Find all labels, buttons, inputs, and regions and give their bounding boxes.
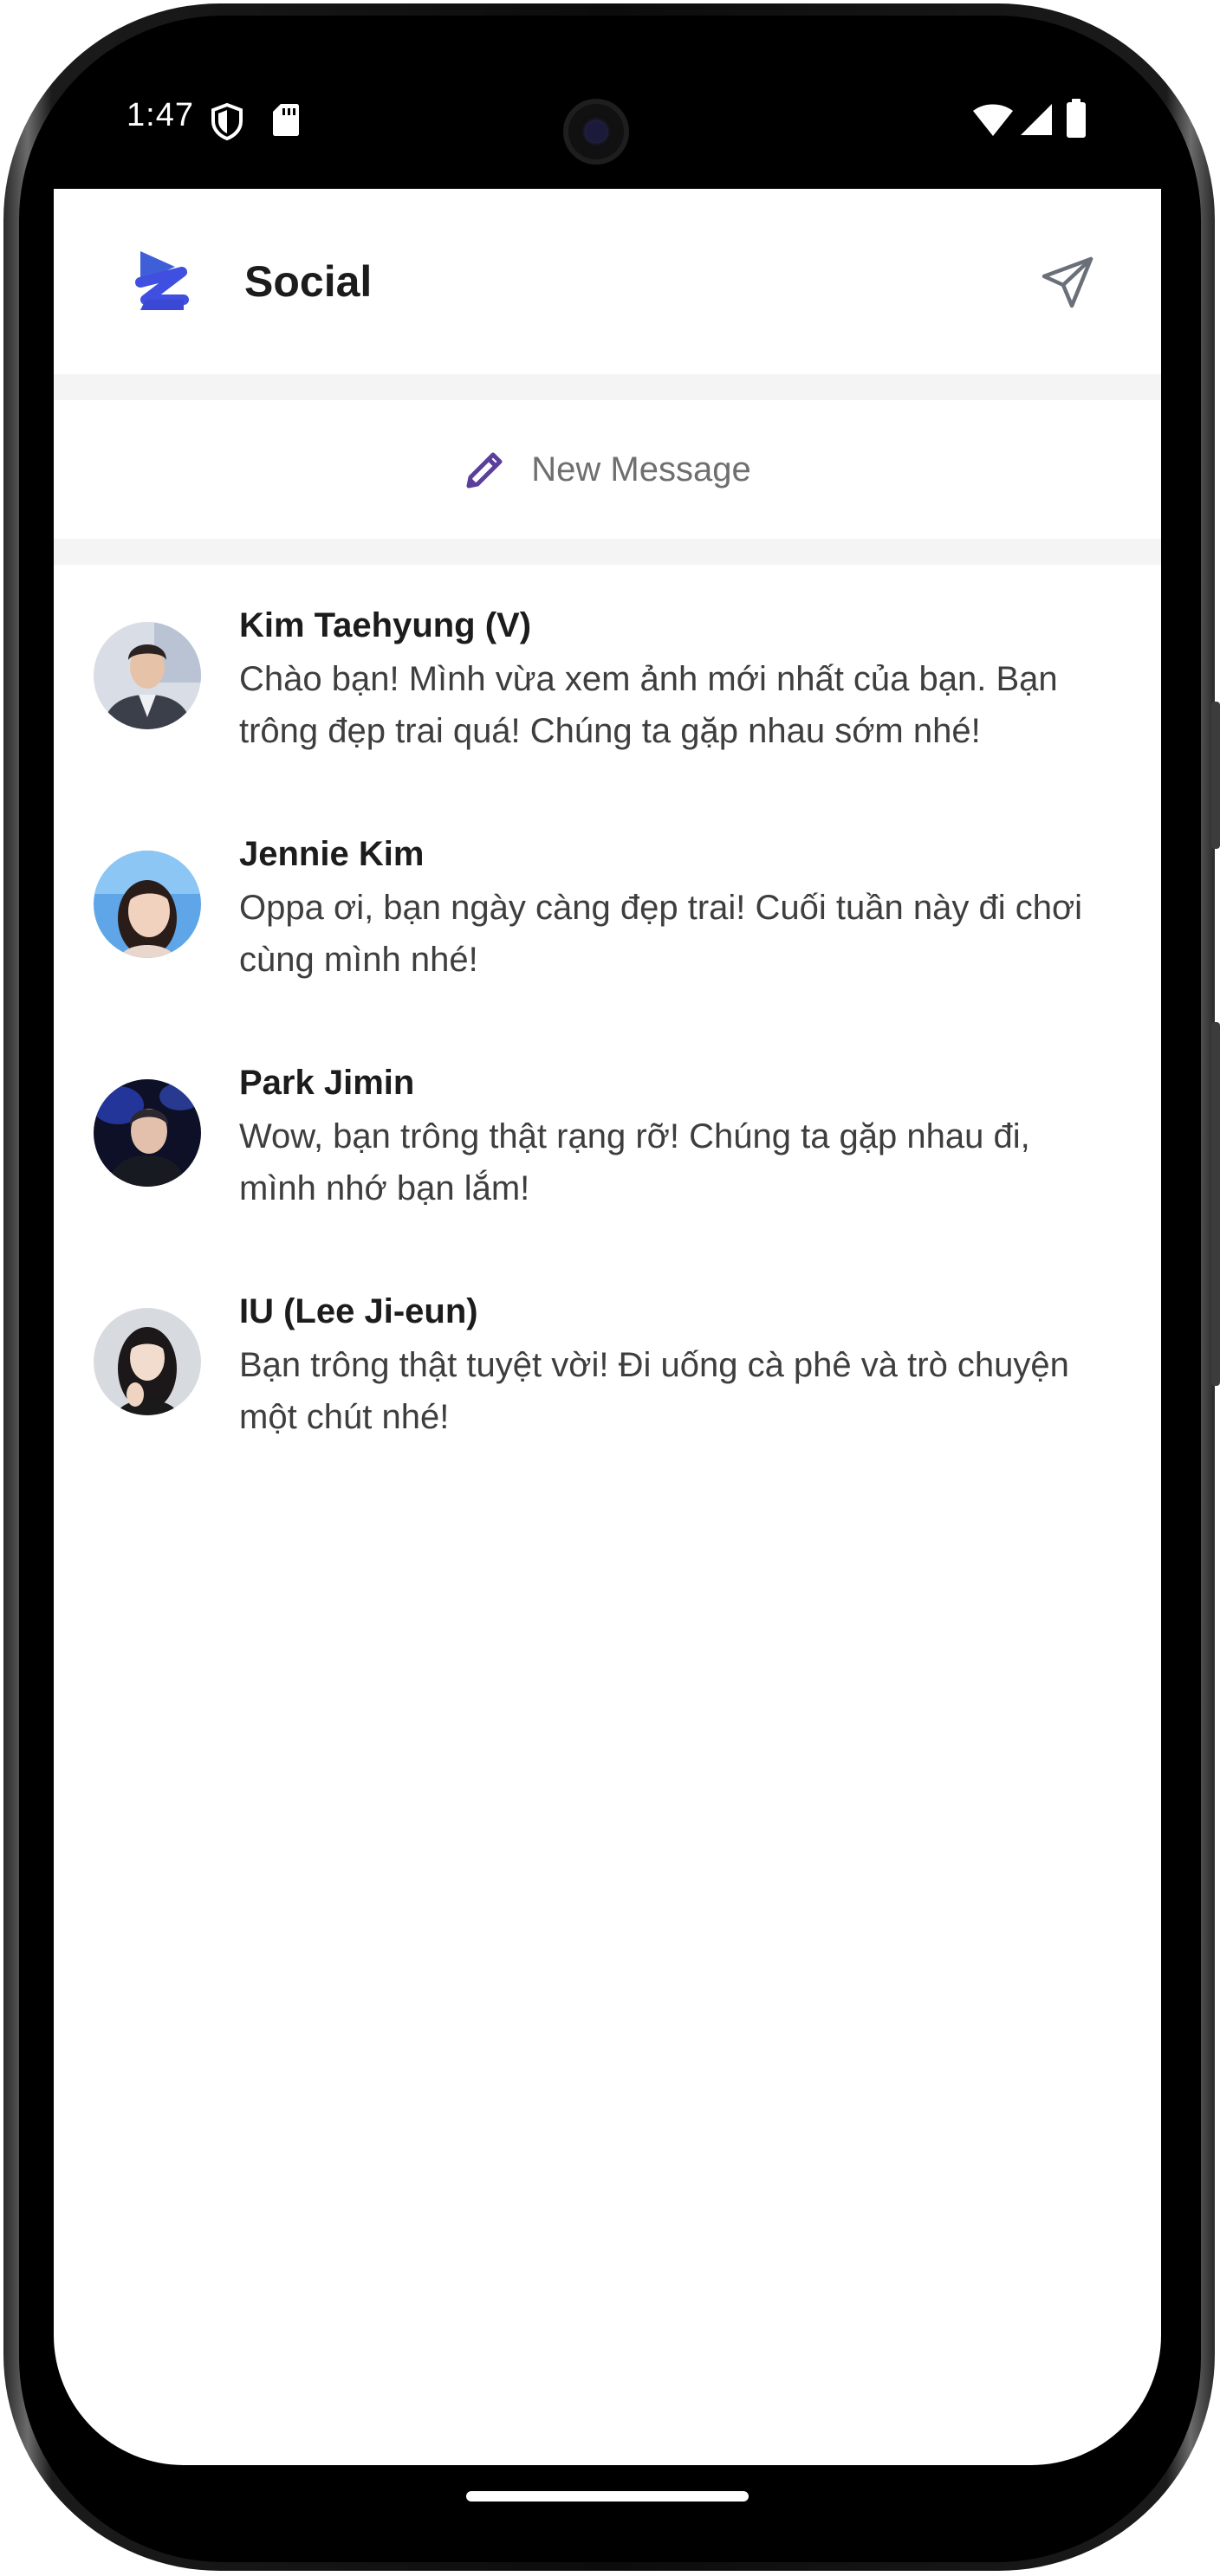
app-title: Social [244, 257, 373, 306]
app-logo-icon [135, 251, 189, 310]
section-divider [54, 374, 1161, 400]
send-button[interactable] [1033, 248, 1102, 317]
phone-screen: 1:47 Social New Message Kim Taehyung (V)… [54, 45, 1161, 2465]
message-preview: Wow, bạn trông thật rạng rỡ! Chúng ta gặ… [239, 1117, 1030, 1207]
conversation-item[interactable]: Kim Taehyung (V) Chào bạn! Mình vừa xem … [54, 565, 1161, 793]
send-icon [1042, 256, 1093, 308]
conversation-item[interactable]: Park Jimin Wow, bạn trông thật rạng rỡ! … [54, 1022, 1161, 1251]
new-message-label: New Message [531, 450, 751, 489]
conversation-text: Kim Taehyung (V) Chào bạn! Mình vừa xem … [239, 603, 1106, 757]
shield-icon [211, 102, 243, 140]
contact-name: IU (Lee Ji-eun) [239, 1292, 478, 1330]
contact-name: Park Jimin [239, 1064, 415, 1102]
message-preview: Bạn trông thật tuyệt vời! Đi uống cà phê… [239, 1346, 1069, 1436]
avatar [94, 851, 201, 958]
section-divider [54, 539, 1161, 565]
contact-name: Jennie Kim [239, 835, 425, 873]
conversation-item[interactable]: IU (Lee Ji-eun) Bạn trông thật tuyệt vời… [54, 1251, 1161, 1479]
conversation-text: IU (Lee Ji-eun) Bạn trông thật tuyệt vời… [239, 1289, 1106, 1443]
front-camera [563, 99, 629, 165]
message-preview: Oppa ơi, bạn ngày càng đẹp trai! Cuối tu… [239, 889, 1083, 979]
new-message-button[interactable]: New Message [54, 400, 1161, 539]
battery-icon [1067, 99, 1086, 138]
sd-card-icon [273, 104, 299, 136]
home-indicator[interactable] [466, 2491, 749, 2502]
conversation-text: Jennie Kim Oppa ơi, bạn ngày càng đẹp tr… [239, 832, 1106, 986]
wifi-icon [973, 104, 1013, 136]
power-button [1211, 1022, 1220, 1386]
conversation-text: Park Jimin Wow, bạn trông thật rạng rỡ! … [239, 1060, 1106, 1214]
status-time: 1:47 [127, 97, 194, 133]
contact-name: Kim Taehyung (V) [239, 606, 532, 644]
volume-button [1211, 702, 1220, 849]
avatar [94, 622, 201, 729]
status-bar: 1:47 [54, 45, 1161, 189]
phone-device: 1:47 Social New Message Kim Taehyung (V)… [0, 0, 1220, 2576]
top-app-bar: Social [54, 189, 1161, 374]
app-content: Social New Message Kim Taehyung (V) Chào… [54, 189, 1161, 2465]
conversation-item[interactable]: Jennie Kim Oppa ơi, bạn ngày càng đẹp tr… [54, 793, 1161, 1022]
message-preview: Chào bạn! Mình vừa xem ảnh mới nhất của … [239, 660, 1058, 750]
avatar [94, 1079, 201, 1187]
signal-icon [1021, 104, 1052, 135]
pencil-icon [466, 452, 503, 489]
avatar [94, 1308, 201, 1415]
